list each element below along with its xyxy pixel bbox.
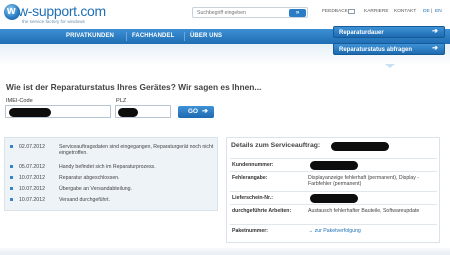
details-key: Fehlerangabe: bbox=[232, 175, 268, 181]
page-title: Wie ist der Reparaturstatus Ihres Geräte… bbox=[6, 82, 262, 92]
status-date: 05.07.2012 bbox=[19, 164, 45, 170]
plz-label: PLZ bbox=[116, 98, 127, 104]
go-label: GO bbox=[188, 108, 198, 115]
details-row: durchgeführte Arbeiten: Austausch fehler… bbox=[230, 204, 437, 224]
nav-privatkunden[interactable]: PRIVATKUNDEN bbox=[66, 33, 114, 39]
plz-field[interactable] bbox=[115, 105, 171, 118]
redacted-value bbox=[9, 108, 51, 117]
nav-divider bbox=[126, 32, 127, 41]
lang-separator: | bbox=[431, 9, 433, 14]
logo-text: w-support.com bbox=[18, 3, 106, 19]
bullet-icon bbox=[10, 165, 13, 168]
status-date: 10.07.2012 bbox=[19, 175, 45, 181]
details-value: Displayanzeige fehlerhaft (permanent), D… bbox=[308, 175, 420, 188]
order-details: Details zum Serviceauftrag: Kundennummer… bbox=[226, 137, 440, 243]
status-date: 10.07.2012 bbox=[19, 197, 45, 203]
nav-divider bbox=[184, 32, 185, 41]
redacted-value bbox=[310, 194, 358, 203]
redacted-value bbox=[331, 142, 389, 151]
arrow-right-icon: ➔ bbox=[432, 45, 438, 52]
imei-field[interactable] bbox=[5, 105, 111, 118]
page-footer-band bbox=[0, 248, 450, 255]
bullet-icon bbox=[10, 176, 13, 179]
lang-de-link[interactable]: DE bbox=[423, 9, 430, 14]
status-text: Reparatur abgeschlossen. bbox=[59, 175, 120, 181]
details-key: Lieferschein-Nr.: bbox=[232, 195, 273, 201]
details-key: durchgeführte Arbeiten: bbox=[232, 208, 292, 214]
details-value: Austausch fehlerhafter Bauteile, Softwar… bbox=[308, 208, 420, 214]
redacted-value bbox=[310, 161, 358, 170]
paketverfolgung-link[interactable]: → zur Paketverfolgung bbox=[308, 228, 435, 234]
bullet-icon bbox=[10, 198, 13, 201]
reparaturdauer-button[interactable]: Reparaturdauer ➔ bbox=[333, 26, 445, 38]
reparaturstatus-label: Reparaturstatus abfragen bbox=[339, 47, 413, 53]
search-button[interactable]: » bbox=[289, 9, 306, 17]
reparaturdauer-label: Reparaturdauer bbox=[339, 30, 384, 36]
karriere-link[interactable]: KARRIERE bbox=[364, 9, 389, 14]
status-text: Übergabe an Versandabteilung. bbox=[59, 186, 132, 192]
search-box: » bbox=[192, 7, 308, 18]
redacted-value bbox=[118, 108, 138, 117]
feedback-link[interactable]: FEEDBACK bbox=[322, 9, 348, 14]
kontakt-link[interactable]: KONTAKT bbox=[394, 9, 416, 14]
status-list: 02.07.2012 Serviceauftragsdaten sind ein… bbox=[4, 137, 218, 211]
details-row: Fehlerangabe: Displayanzeige fehlerhaft … bbox=[230, 171, 437, 191]
status-date: 10.07.2012 bbox=[19, 186, 45, 192]
service-dropdown: Reparaturdauer ➔ Reparaturstatus abfrage… bbox=[333, 26, 445, 68]
status-text: Versand durchgeführt. bbox=[59, 197, 111, 203]
mail-icon[interactable] bbox=[348, 9, 355, 14]
imei-label: IMEI-Code bbox=[6, 98, 33, 104]
arrow-right-icon: ➔ bbox=[202, 108, 208, 115]
status-text: Serviceauftragsdaten sind eingegangen, R… bbox=[59, 144, 214, 157]
lang-en-link[interactable]: EN bbox=[435, 9, 442, 14]
status-text: Handy befindet sich im Reparaturprozess. bbox=[59, 164, 156, 170]
dropdown-pointer bbox=[385, 64, 395, 68]
status-date: 02.07.2012 bbox=[19, 144, 45, 150]
search-input[interactable] bbox=[197, 9, 285, 17]
logo[interactable]: w w-support.com the service factory for … bbox=[4, 3, 112, 25]
details-title: Details zum Serviceauftrag: bbox=[231, 142, 321, 149]
details-key: Kundennummer: bbox=[232, 162, 274, 168]
logo-tagline: the service factory for windows bbox=[22, 19, 85, 24]
details-row: Paketnummer: → zur Paketverfolgung bbox=[230, 224, 437, 238]
details-key: Paketnummer: bbox=[232, 228, 269, 234]
nav-ueber-uns[interactable]: ÜBER UNS bbox=[190, 33, 222, 39]
bullet-icon bbox=[10, 187, 13, 190]
reparaturstatus-button[interactable]: Reparaturstatus abfragen ➔ bbox=[333, 43, 445, 55]
nav-fachhandel[interactable]: FACHHANDEL bbox=[132, 33, 174, 39]
details-row: Kundennummer: bbox=[230, 158, 437, 171]
go-button[interactable]: GO ➔ bbox=[178, 106, 214, 118]
bullet-icon bbox=[10, 145, 13, 148]
details-row: Lieferschein-Nr.: bbox=[230, 191, 437, 204]
arrow-right-icon: ➔ bbox=[432, 28, 438, 35]
